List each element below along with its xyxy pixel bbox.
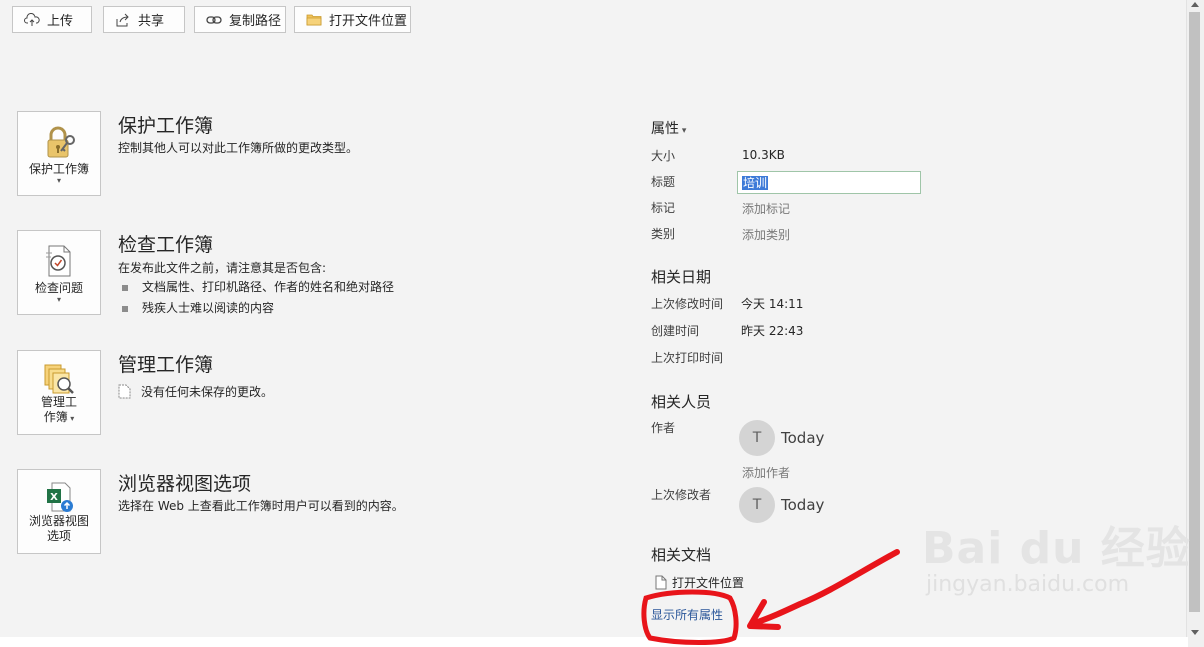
bottom-edge: [0, 637, 1188, 647]
inspect-workbook-description: 在发布此文件之前，请注意其是否包含:: [118, 261, 327, 275]
watermark-logo-text: Bai du 经验: [922, 523, 1191, 574]
manage-versions-icon: [39, 359, 79, 399]
created-label: 创建时间: [651, 324, 700, 338]
annotation-arrow-shaft: [749, 549, 900, 627]
related-people-header: 相关人员: [651, 393, 712, 411]
last-modified-label: 上次修改时间: [651, 297, 724, 311]
category-field[interactable]: 添加类别: [742, 226, 790, 243]
inspect-bullet-text: 文档属性、打印机路径、作者的姓名和绝对路径: [142, 280, 395, 294]
share-icon: [114, 11, 132, 29]
dropdown-caret-icon: ▾: [67, 414, 75, 423]
inspect-workbook-title: 检查工作簿: [118, 234, 214, 256]
excel-web-icon: X: [39, 478, 79, 518]
title-label: 标题: [651, 175, 676, 189]
inspect-bullet-text: 残疾人士难以阅读的内容: [142, 301, 275, 315]
protect-workbook-button[interactable]: 保护工作簿 ▾: [17, 111, 101, 196]
modifier-person[interactable]: T Today: [739, 487, 824, 523]
dropdown-caret-icon: ▾: [679, 126, 687, 136]
last-modified-value: 今天 14:11: [741, 297, 804, 311]
check-for-issues-button-label: 检查问题: [34, 281, 83, 295]
tags-label: 标记: [651, 201, 676, 215]
related-documents-header: 相关文档: [651, 546, 712, 564]
author-label: 作者: [651, 421, 676, 435]
manage-workbook-status: 没有任何未保存的更改。: [118, 383, 273, 400]
share-button[interactable]: 共享: [103, 6, 185, 33]
title-field-value: 培训: [742, 176, 769, 190]
author-name: Today: [781, 429, 825, 447]
baidu-watermark: Bai du 经验 jingyan.baidu.com: [922, 512, 1191, 597]
dropdown-caret-icon: ▾: [56, 295, 61, 304]
upload-button[interactable]: 上传: [12, 6, 92, 33]
browser-view-button-label-line1: 浏览器视图: [28, 514, 89, 528]
inspect-bullet-item: 残疾人士难以阅读的内容: [122, 299, 274, 316]
browser-view-title: 浏览器视图选项: [118, 473, 252, 495]
avatar: T: [739, 420, 775, 456]
browser-view-button-label-line2: 选项: [46, 529, 71, 543]
dropdown-caret-icon: ▾: [56, 176, 61, 185]
scroll-down-icon[interactable]: [1191, 630, 1199, 635]
protect-workbook-title: 保护工作簿: [118, 115, 214, 137]
browser-view-description: 选择在 Web 上查看此工作簿时用户可以看到的内容。: [118, 499, 404, 513]
show-all-properties-link[interactable]: 显示所有属性: [651, 606, 723, 623]
open-file-location-link[interactable]: 打开文件位置: [655, 574, 744, 591]
properties-header[interactable]: 属性 ▾: [651, 118, 686, 138]
scroll-up-icon[interactable]: [1191, 2, 1199, 7]
last-printed-label: 上次打印时间: [651, 351, 724, 365]
open-file-location-link-text: 打开文件位置: [672, 576, 745, 590]
copy-path-label: 复制路径: [229, 14, 282, 29]
category-label: 类别: [651, 227, 676, 241]
protect-workbook-button-label: 保护工作簿: [28, 162, 89, 176]
annotation-arrow-head: [747, 599, 781, 630]
lock-key-icon: [39, 122, 79, 162]
cloud-upload-icon: [23, 11, 41, 29]
browser-view-options-button[interactable]: X 浏览器视图 选项: [17, 469, 101, 554]
bullet-icon: [122, 284, 128, 291]
bullet-icon: [122, 305, 128, 312]
created-value: 昨天 22:43: [741, 324, 804, 338]
size-value: 10.3KB: [742, 148, 785, 162]
share-label: 共享: [138, 14, 165, 29]
inspect-document-icon: [39, 241, 79, 281]
modifier-name: Today: [781, 496, 825, 514]
tags-field[interactable]: 添加标记: [742, 200, 790, 217]
copy-path-button[interactable]: 复制路径: [194, 6, 286, 33]
manage-workbook-button-label-line1: 管理工: [40, 395, 77, 409]
add-author-field[interactable]: 添加作者: [742, 464, 790, 481]
author-person[interactable]: T Today: [739, 420, 824, 456]
svg-text:X: X: [50, 492, 58, 503]
document-icon: [655, 575, 667, 590]
open-file-location-button[interactable]: 打开文件位置: [294, 6, 411, 33]
properties-header-text: 属性: [651, 121, 679, 137]
manage-workbook-title: 管理工作簿: [118, 354, 214, 376]
size-label: 大小: [651, 149, 676, 163]
upload-label: 上传: [47, 14, 74, 29]
manage-workbook-description: 没有任何未保存的更改。: [141, 385, 274, 399]
check-for-issues-button[interactable]: 检查问题 ▾: [17, 230, 101, 315]
title-field[interactable]: 培训: [737, 171, 921, 194]
related-dates-header: 相关日期: [651, 268, 712, 286]
link-icon: [205, 11, 223, 29]
folder-icon: [305, 11, 323, 29]
manage-workbook-button-label-line2: 作簿 ▾: [18, 410, 100, 425]
manage-workbook-button[interactable]: 管理工 作簿 ▾: [17, 350, 101, 435]
inspect-bullet-item: 文档属性、打印机路径、作者的姓名和绝对路径: [122, 278, 394, 295]
last-modified-by-label: 上次修改者: [651, 488, 712, 502]
document-icon: [118, 384, 131, 399]
avatar: T: [739, 487, 775, 523]
manage-workbook-button-label-text: 作簿: [43, 410, 68, 424]
open-location-label: 打开文件位置: [329, 14, 408, 29]
protect-workbook-description: 控制其他人可以对此工作簿所做的更改类型。: [118, 141, 359, 155]
